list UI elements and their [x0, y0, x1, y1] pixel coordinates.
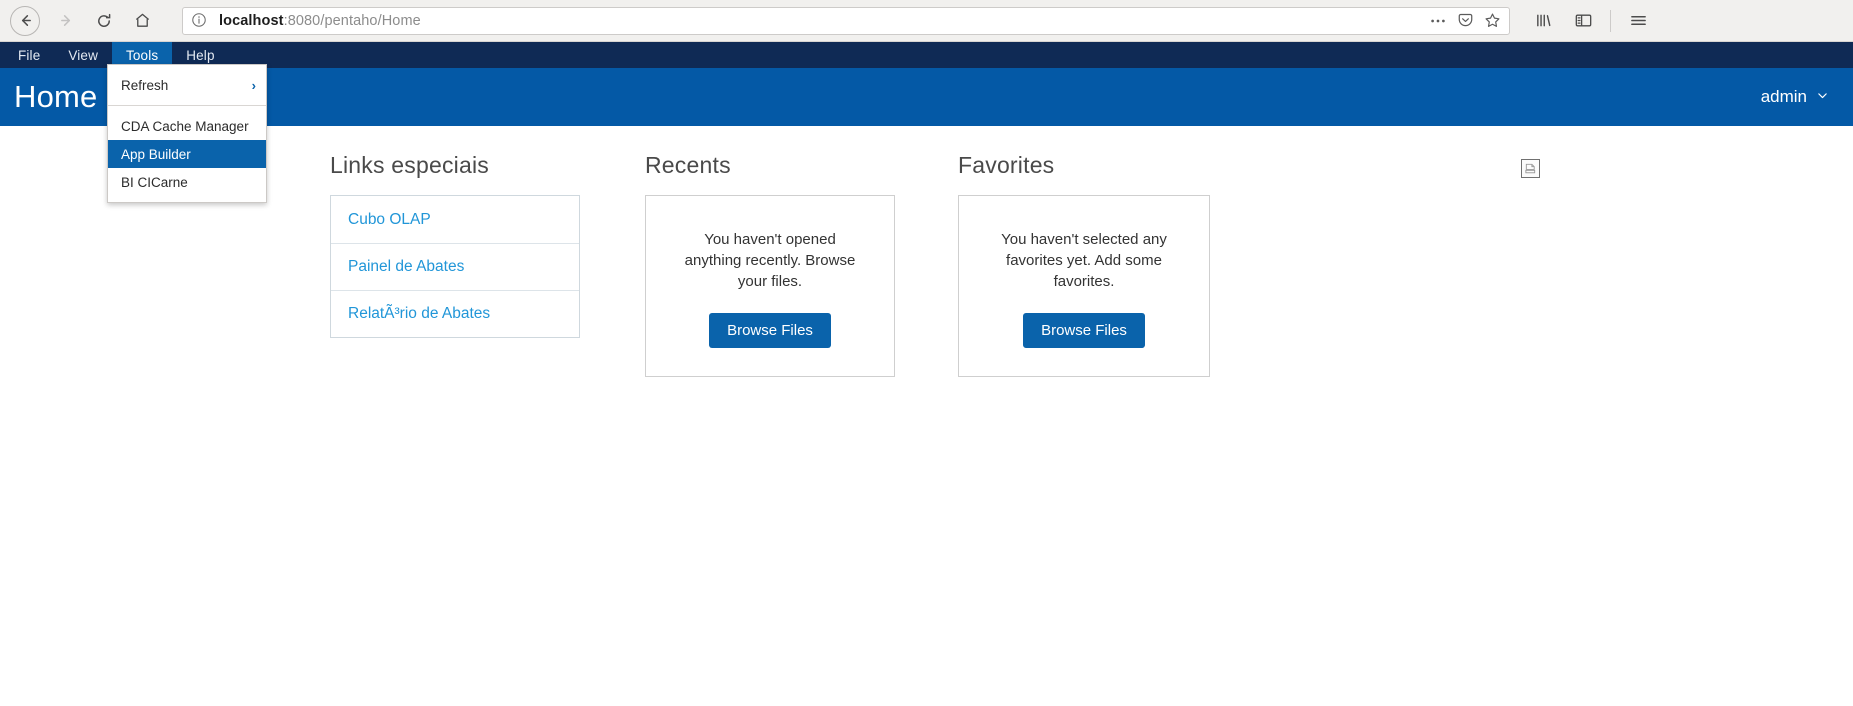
- links-card: Cubo OLAP Painel de Abates RelatÃ³rio de…: [330, 195, 580, 338]
- panels-row: Links especiais Cubo OLAP Painel de Abat…: [0, 126, 1853, 377]
- menu-item-app-builder-label: App Builder: [121, 146, 191, 162]
- link-item-relatorio-de-abates-label: RelatÃ³rio de Abates: [348, 305, 491, 322]
- toolbar-divider: [1610, 9, 1611, 32]
- recents-empty-card: You haven't opened anything recently. Br…: [645, 195, 895, 377]
- url-text: localhost:8080/pentaho/Home: [219, 13, 1421, 29]
- menubar-item-file[interactable]: File: [4, 42, 54, 68]
- url-path: :8080/pentaho/Home: [283, 12, 421, 29]
- url-host: localhost: [219, 12, 284, 29]
- home-button[interactable]: [124, 4, 160, 38]
- pocket-save-icon[interactable]: [1457, 12, 1474, 29]
- back-arrow-icon: [18, 13, 33, 28]
- menu-item-refresh[interactable]: Refresh ›: [108, 71, 266, 99]
- app-header: Home admin: [0, 68, 1853, 126]
- browser-nav-buttons: [0, 4, 160, 38]
- reload-button[interactable]: [86, 4, 122, 38]
- panel-favorites: Favorites You haven't selected any favor…: [958, 152, 1210, 377]
- page-content: Links especiais Cubo OLAP Painel de Abat…: [0, 126, 1853, 706]
- menubar-item-view[interactable]: View: [54, 42, 112, 68]
- menu-item-bi-cicarne[interactable]: BI CICarne: [108, 168, 266, 196]
- menu-item-cda-cache-manager-label: CDA Cache Manager: [121, 118, 249, 134]
- menubar-item-view-label: View: [68, 47, 98, 63]
- link-item-cubo-olap[interactable]: Cubo OLAP: [331, 196, 579, 243]
- reload-icon: [96, 13, 112, 29]
- panel-links-especiais: Links especiais Cubo OLAP Painel de Abat…: [330, 152, 580, 338]
- dropdown-group-tools: CDA Cache Manager App Builder BI CICarne: [108, 105, 266, 202]
- star-bookmark-icon[interactable]: [1484, 12, 1501, 29]
- user-menu-label: admin: [1760, 87, 1807, 106]
- forward-arrow-icon: [59, 13, 74, 28]
- chevron-down-icon: [1816, 87, 1829, 107]
- panel-favorites-title: Favorites: [958, 152, 1055, 178]
- favorites-empty-text: You haven't selected any favorites yet. …: [1001, 231, 1167, 290]
- recents-browse-files-button[interactable]: Browse Files: [709, 313, 831, 348]
- link-item-painel-de-abates-label: Painel de Abates: [348, 258, 465, 275]
- home-icon: [134, 12, 151, 29]
- app-menubar: File View Tools Help: [0, 42, 1853, 68]
- user-menu[interactable]: admin: [1761, 87, 1829, 107]
- link-item-relatorio-de-abates[interactable]: RelatÃ³rio de Abates: [331, 290, 579, 337]
- link-item-painel-de-abates[interactable]: Painel de Abates: [331, 243, 579, 290]
- recents-empty-text: You haven't opened anything recently. Br…: [684, 231, 856, 290]
- page-info-icon[interactable]: [191, 12, 209, 30]
- tools-dropdown-menu: Refresh › CDA Cache Manager App Builder …: [107, 64, 267, 203]
- forward-button[interactable]: [48, 4, 84, 38]
- browser-right-buttons: [1524, 4, 1667, 38]
- hamburger-menu-icon: [1629, 12, 1648, 29]
- chevron-right-icon: ›: [251, 77, 256, 93]
- back-button[interactable]: [10, 5, 40, 36]
- panel-recents: Recents You haven't opened anything rece…: [645, 152, 895, 377]
- panel-links-title: Links especiais: [330, 152, 489, 178]
- favorites-empty-card: You haven't selected any favorites yet. …: [958, 195, 1210, 377]
- link-item-cubo-olap-label: Cubo OLAP: [348, 210, 431, 228]
- menu-item-bi-cicarne-label: BI CICarne: [121, 174, 188, 190]
- page-title[interactable]: Home: [14, 79, 122, 115]
- menu-item-app-builder[interactable]: App Builder: [108, 140, 266, 168]
- menu-item-refresh-label: Refresh: [121, 77, 169, 93]
- menubar-item-file-label: File: [18, 47, 41, 63]
- app-menu-button[interactable]: [1619, 4, 1657, 38]
- menu-item-cda-cache-manager[interactable]: CDA Cache Manager: [108, 112, 266, 140]
- url-bar-actions: [1421, 12, 1501, 29]
- library-button[interactable]: [1524, 4, 1562, 38]
- broken-image-icon: [1521, 159, 1540, 178]
- ellipsis-icon[interactable]: [1429, 13, 1447, 29]
- library-icon: [1534, 12, 1553, 29]
- sidebar-toggle-icon: [1574, 12, 1593, 29]
- page-title-label: Home: [14, 79, 98, 114]
- browser-toolbar: localhost:8080/pentaho/Home: [0, 0, 1853, 42]
- dropdown-group-refresh: Refresh ›: [108, 65, 266, 105]
- menubar-item-tools-label: Tools: [125, 47, 159, 63]
- menubar-item-help-label: Help: [186, 47, 215, 63]
- panel-recents-title: Recents: [645, 152, 731, 178]
- favorites-browse-files-button[interactable]: Browse Files: [1023, 313, 1145, 348]
- sidebar-toggle-button[interactable]: [1564, 4, 1602, 38]
- url-bar[interactable]: localhost:8080/pentaho/Home: [182, 6, 1510, 35]
